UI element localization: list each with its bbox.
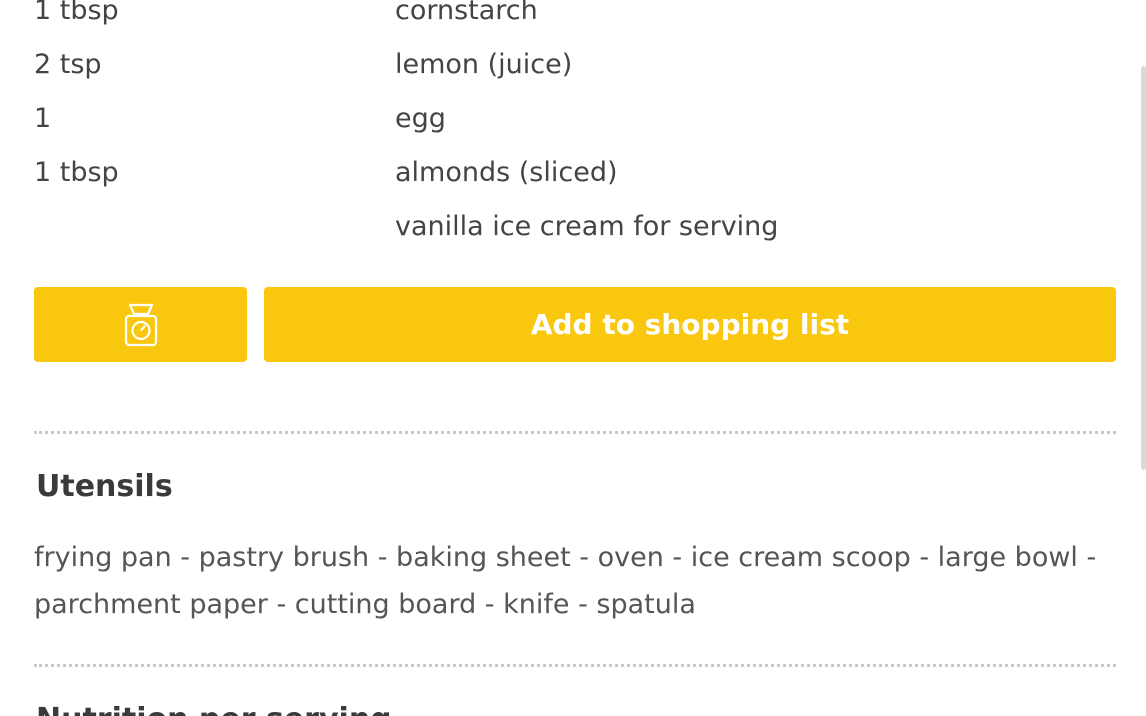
ingredient-amount: 1 tbsp (34, 157, 119, 188)
utensils-heading: Utensils (36, 469, 173, 504)
ingredient-amount: 1 tbsp (34, 0, 119, 26)
section-divider (34, 664, 1116, 667)
ingredient-name: vanilla ice cream for serving (395, 211, 779, 242)
ingredient-row: 1 tbsp almonds (sliced) (34, 146, 1116, 200)
ingredient-row: 2 tsp lemon (juice) (34, 38, 1116, 92)
ingredient-name: egg (395, 103, 446, 134)
ingredient-name: almonds (sliced) (395, 157, 618, 188)
kitchen-scale-icon (123, 302, 159, 348)
scrollbar[interactable] (1141, 66, 1146, 470)
ingredient-amount: 1 (34, 103, 52, 134)
add-to-shopping-list-label: Add to shopping list (530, 308, 850, 341)
ingredient-row: 1 egg (34, 92, 1116, 146)
ingredient-row: vanilla ice cream for serving (34, 200, 1116, 254)
section-divider (34, 431, 1116, 434)
ingredient-amount: 2 tsp (34, 49, 102, 80)
add-to-shopping-list-button[interactable]: Add to shopping list (264, 287, 1116, 362)
recipe-page: 1 tbsp cornstarch 2 tsp lemon (juice) 1 … (0, 0, 1146, 716)
utensils-list: frying pan - pastry brush - baking sheet… (34, 542, 1097, 620)
ingredient-name: lemon (juice) (395, 49, 573, 80)
nutrition-heading: Nutrition per serving (36, 702, 392, 716)
ingredient-row: 1 tbsp cornstarch (34, 0, 1116, 38)
kitchen-scale-button[interactable] (34, 287, 247, 362)
ingredient-name: cornstarch (395, 0, 538, 26)
ingredient-list: 1 tbsp cornstarch 2 tsp lemon (juice) 1 … (34, 0, 1116, 254)
